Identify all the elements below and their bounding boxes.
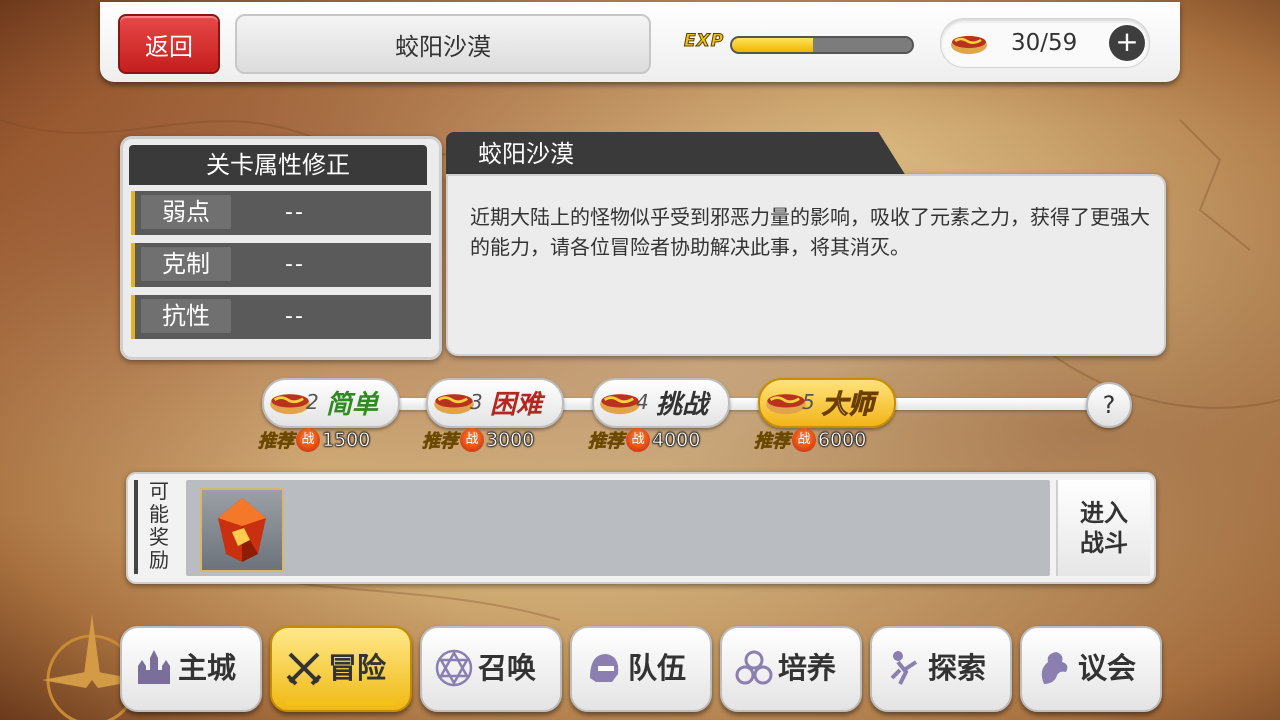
dragon-icon: [1041, 652, 1068, 684]
castle-icon: [138, 650, 170, 684]
nav-label: 探索: [928, 651, 987, 685]
attribute-row: 抗性 --: [131, 295, 431, 339]
attribute-row: 弱点 --: [131, 191, 431, 235]
add-stamina-button[interactable]: +: [1109, 25, 1145, 61]
difficulty-master[interactable]: 5 大师: [758, 378, 896, 428]
difficulty-cost: 5: [802, 390, 815, 414]
difficulty-name: 大师: [821, 390, 875, 421]
nav-summon[interactable]: 召唤: [420, 626, 562, 712]
recommended-power: 推荐 战 3000: [422, 428, 535, 453]
difficulty-hard[interactable]: 3 困难: [426, 378, 564, 428]
recommended-value: 1500: [322, 429, 371, 451]
nav-label: 冒险: [328, 651, 387, 685]
stamina-value: 30/59: [1011, 30, 1078, 56]
nav-explore[interactable]: 探索: [870, 626, 1012, 712]
nav-label: 主城: [178, 651, 237, 685]
triple-circle-icon: [735, 650, 773, 685]
stage-attribute-panel: 关卡属性修正 弱点 -- 克制 -- 抗性 --: [120, 136, 442, 360]
nav-label: 队伍: [628, 651, 687, 685]
back-button[interactable]: 返回: [118, 14, 220, 74]
recommended-value: 3000: [486, 429, 535, 451]
nav-label: 培养: [778, 651, 837, 685]
reward-list: [186, 480, 1050, 576]
difficulty-name: 简单: [326, 390, 379, 420]
description-text: 近期大陆上的怪物似乎受到邪恶力量的影响，吸收了元素之力，获得了更强大的能力，请各…: [470, 205, 1150, 259]
recommended-power: 推荐 战 1500: [258, 428, 371, 453]
exp-track: [730, 36, 914, 54]
explorer-icon: [890, 651, 918, 685]
stage-title: 蛟阳沙漠: [235, 14, 651, 74]
reward-strip: [134, 480, 138, 574]
recommended-label: 推荐: [588, 431, 625, 453]
nav-main-city[interactable]: 主城: [120, 626, 262, 712]
help-button[interactable]: ?: [1086, 382, 1132, 428]
description-title: 蛟阳沙漠: [478, 140, 574, 168]
attribute-value: --: [285, 200, 305, 225]
attribute-name: 克制: [141, 247, 231, 281]
enter-battle-button[interactable]: 进入 战斗: [1056, 480, 1150, 576]
hotdog-icon: [951, 36, 987, 54]
reward-label: 可能奖励: [149, 479, 169, 572]
recommended-power: 推荐 战 4000: [588, 428, 701, 453]
map-background: [0, 119, 1280, 621]
red-crystal-icon: [218, 498, 266, 562]
exp-label: EXP: [683, 31, 725, 52]
difficulty-cost: 3: [470, 390, 483, 414]
nav-team[interactable]: 队伍: [570, 626, 712, 712]
exp-bar: EXP: [683, 31, 914, 54]
difficulty-name: 困难: [490, 390, 543, 420]
enter-battle-label-2: 战斗: [1080, 529, 1128, 557]
power-badge-icon: 战: [626, 428, 650, 452]
attribute-panel-title: 关卡属性修正: [129, 145, 427, 185]
helmet-icon: [590, 654, 619, 682]
attribute-name: 抗性: [141, 299, 231, 333]
stamina-counter: 30/59 +: [940, 18, 1150, 68]
recommended-value: 6000: [818, 429, 867, 451]
attribute-value: --: [285, 304, 305, 329]
difficulty-cost: 2: [306, 390, 319, 414]
recommended-label: 推荐: [422, 431, 459, 453]
power-badge-icon: 战: [296, 428, 320, 452]
top-bar: 返回 蛟阳沙漠 EXP 30/59 +: [100, 2, 1180, 82]
power-badge-icon: 战: [460, 428, 484, 452]
crossed-swords-icon: [286, 652, 322, 686]
enter-battle-label-1: 进入: [1080, 499, 1128, 527]
difficulty-cost: 4: [636, 390, 649, 414]
nav-label: 召唤: [478, 651, 537, 685]
recommended-value: 4000: [652, 429, 701, 451]
nav-label: 议会: [1078, 651, 1137, 685]
description-tab: 蛟阳沙漠: [446, 132, 906, 176]
difficulty-name: 挑战: [656, 390, 709, 420]
nav-council[interactable]: 议会: [1020, 626, 1162, 712]
recommended-label: 推荐: [754, 431, 791, 453]
difficulty-easy[interactable]: 2 简单: [262, 378, 400, 428]
nav-training[interactable]: 培养: [720, 626, 862, 712]
attribute-row: 克制 --: [131, 243, 431, 287]
reward-panel: 可能奖励 进入 战斗: [126, 472, 1156, 584]
power-badge-icon: 战: [792, 428, 816, 452]
attribute-value: --: [285, 252, 305, 277]
recommended-label: 推荐: [258, 431, 295, 453]
active-indicator: [286, 700, 396, 705]
exp-fill: [732, 38, 813, 52]
attribute-name: 弱点: [141, 195, 231, 229]
reward-item[interactable]: [200, 488, 284, 572]
hexagram-icon: [435, 649, 473, 687]
nav-adventure[interactable]: 冒险: [270, 626, 412, 712]
difficulty-challenge[interactable]: 4 挑战: [592, 378, 730, 428]
recommended-power: 推荐 战 6000: [754, 428, 867, 453]
description-box: 近期大陆上的怪物似乎受到邪恶力量的影响，吸收了元素之力，获得了更强大的能力，请各…: [446, 174, 1166, 356]
